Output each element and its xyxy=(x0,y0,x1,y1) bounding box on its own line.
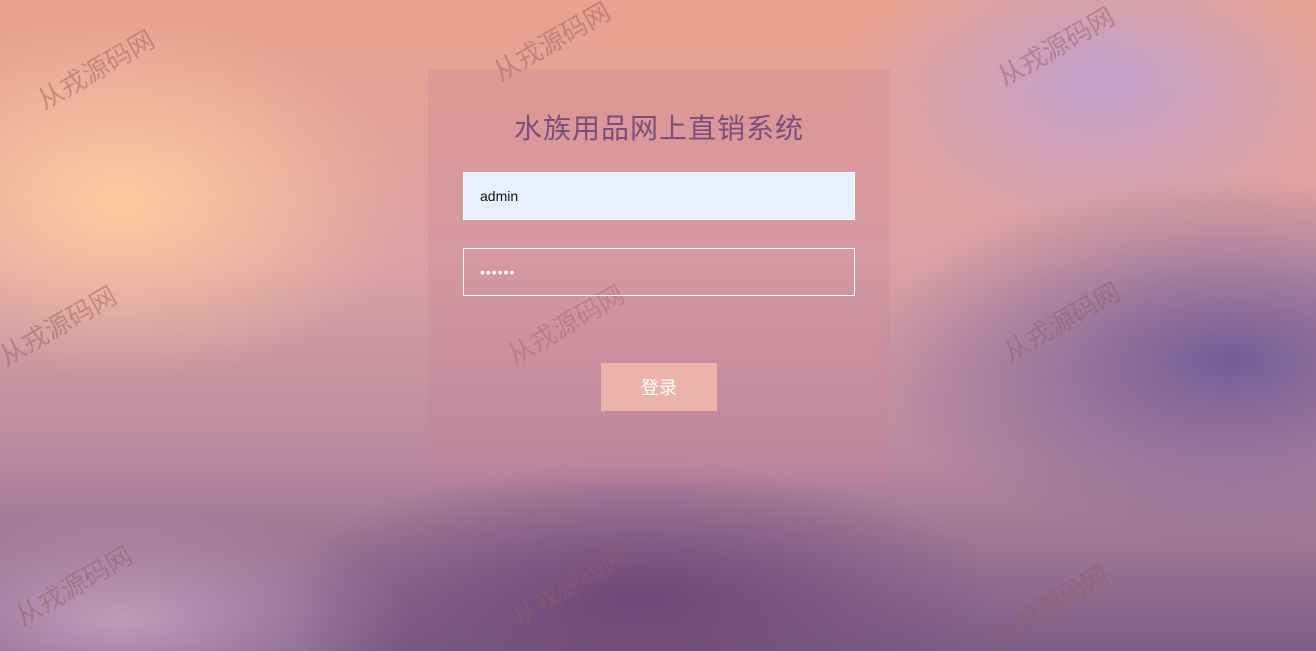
username-input[interactable] xyxy=(463,172,855,220)
watermark: 从戎源码网 xyxy=(986,560,1115,651)
page-title: 水族用品网上直销系统 xyxy=(513,112,804,145)
watermark: 从戎源码网 xyxy=(0,281,123,373)
watermark: 从戎源码网 xyxy=(10,541,139,633)
watermark: 从戎源码网 xyxy=(998,277,1127,369)
login-panel: 水族用品网上直销系统 登录 xyxy=(428,69,890,484)
watermark: 从戎源码网 xyxy=(992,2,1121,94)
login-button[interactable]: 登录 xyxy=(601,363,717,411)
password-input[interactable] xyxy=(463,248,855,296)
watermark: 从戎源码网 xyxy=(506,541,635,633)
watermark: 从戎源码网 xyxy=(32,25,161,117)
